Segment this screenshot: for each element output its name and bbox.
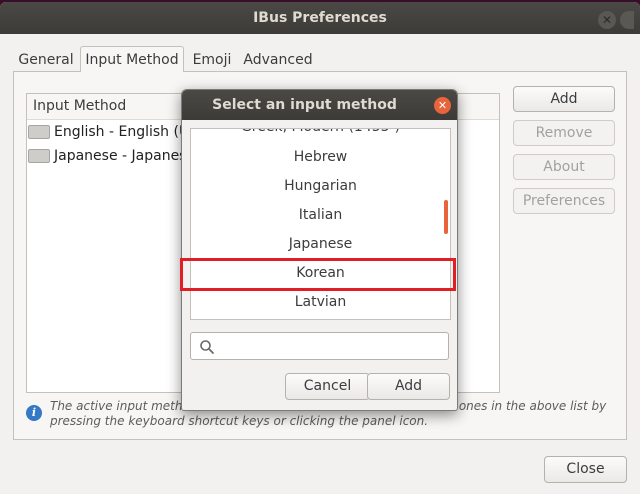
list-item[interactable]: Italian [191, 201, 450, 230]
scrollbar-thumb[interactable] [444, 200, 448, 234]
dialog-title: Select an input method [212, 97, 397, 113]
preferences-button[interactable]: Preferences [513, 188, 615, 214]
dialog-add-button[interactable]: Add [367, 373, 450, 400]
tab-general[interactable]: General [14, 46, 78, 72]
list-item-label: Japanese - Japanese [54, 148, 188, 164]
tab-input-method[interactable]: Input Method [80, 46, 184, 73]
column-header-label: Input Method [33, 98, 127, 114]
window-control-icon[interactable] [620, 11, 634, 29]
list-item[interactable]: English - English (US [28, 121, 188, 143]
korean-highlight-box [180, 258, 456, 291]
about-button[interactable]: About [513, 154, 615, 180]
info-icon: i [26, 405, 42, 421]
keyboard-icon [28, 125, 50, 139]
add-button[interactable]: Add [513, 86, 615, 112]
list-item[interactable]: Latvian [191, 288, 450, 317]
list-item[interactable]: Greek, Modern (1453-) [191, 129, 450, 142]
close-button[interactable]: Close [544, 456, 627, 483]
keyboard-icon [28, 149, 50, 163]
list-item-label: English - English (US [54, 124, 188, 140]
tab-emoji[interactable]: Emoji [187, 46, 237, 72]
list-item[interactable]: Hungarian [191, 172, 450, 201]
language-list[interactable]: Greek, Modern (1453-) Hebrew Hungarian I… [190, 128, 451, 320]
cancel-button[interactable]: Cancel [285, 373, 370, 400]
search-icon [200, 340, 214, 354]
search-input[interactable] [190, 332, 449, 360]
remove-button[interactable]: Remove [513, 120, 615, 146]
select-input-method-dialog: Select an input method ✕ Greek, Modern (… [181, 89, 458, 411]
list-item[interactable]: Japanese [191, 230, 450, 259]
list-item[interactable]: Hebrew [191, 143, 450, 172]
close-icon[interactable]: ✕ [434, 97, 451, 114]
close-icon[interactable]: ✕ [598, 11, 616, 29]
tab-advanced[interactable]: Advanced [239, 46, 317, 72]
list-item[interactable]: Japanese - Japanese [28, 145, 188, 167]
window-title: IBus Preferences [253, 10, 387, 26]
